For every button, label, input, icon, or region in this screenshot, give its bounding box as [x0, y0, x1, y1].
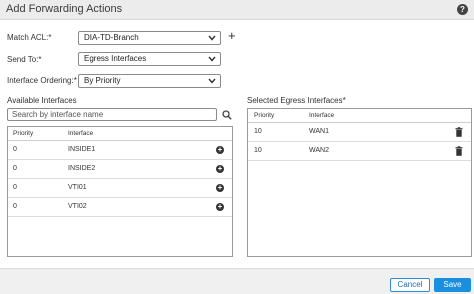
add-interface-icon[interactable]: +	[216, 203, 224, 211]
chevron-down-icon	[208, 78, 216, 84]
priority-cell: 0	[13, 146, 17, 153]
interface-cell: VTI01	[68, 184, 87, 191]
interface-ordering-label: Interface Ordering:*	[7, 76, 77, 85]
selected-interfaces-table: Priority Interface 10 WAN1 10 WAN2	[247, 108, 472, 257]
add-interface-icon[interactable]: +	[216, 184, 224, 192]
trash-icon[interactable]	[455, 146, 463, 156]
table-row[interactable]: 0 VTI02 +	[8, 198, 232, 217]
question-circle-icon[interactable]: ?	[457, 4, 468, 15]
add-acl-plus-icon[interactable]: +	[228, 29, 236, 42]
trash-icon[interactable]	[455, 127, 463, 137]
table-row[interactable]: 10 WAN2	[248, 142, 471, 161]
add-interface-icon[interactable]: +	[216, 146, 224, 154]
interface-cell: WAN2	[309, 147, 329, 154]
table-row[interactable]: 0 VTI01 +	[8, 179, 232, 198]
search-icon[interactable]	[222, 110, 232, 120]
send-to-value: Egress Interfaces	[84, 54, 147, 63]
interface-cell: VTI02	[68, 203, 87, 210]
available-table-header: Priority Interface	[8, 127, 232, 141]
interface-cell: INSIDE2	[68, 165, 96, 172]
priority-cell: 10	[254, 147, 262, 154]
dialog-header: Add Forwarding Actions ?	[0, 0, 474, 20]
dialog-footer: Cancel Save	[0, 268, 474, 294]
interface-search-input[interactable]	[7, 108, 217, 121]
selected-interfaces-label: Selected Egress Interfaces*	[247, 96, 346, 105]
interface-column-header: Interface	[68, 130, 94, 137]
chevron-down-icon	[208, 56, 216, 62]
available-interfaces-label: Available Interfaces	[7, 96, 77, 105]
priority-cell: 0	[13, 165, 17, 172]
selected-table-header: Priority Interface	[248, 109, 471, 123]
send-to-select[interactable]: Egress Interfaces	[78, 52, 221, 66]
interface-cell: INSIDE1	[68, 146, 96, 153]
dialog-title: Add Forwarding Actions	[6, 3, 123, 15]
cancel-button[interactable]: Cancel	[390, 278, 430, 292]
add-interface-icon[interactable]: +	[216, 165, 224, 173]
interface-ordering-value: By Priority	[84, 76, 121, 85]
table-row[interactable]: 10 WAN1	[248, 123, 471, 142]
match-acl-select[interactable]: DIA-TD-Branch	[78, 31, 221, 45]
interface-ordering-select[interactable]: By Priority	[78, 74, 221, 88]
priority-column-header: Priority	[13, 130, 34, 137]
match-acl-value: DIA-TD-Branch	[84, 33, 139, 42]
available-interfaces-table: Priority Interface 0 INSIDE1 + 0 INSIDE2…	[7, 126, 233, 257]
match-acl-label: Match ACL:*	[7, 33, 52, 42]
priority-cell: 10	[254, 128, 262, 135]
interface-cell: WAN1	[309, 128, 329, 135]
table-row[interactable]: 0 INSIDE1 +	[8, 141, 232, 160]
priority-cell: 0	[13, 203, 17, 210]
send-to-label: Send To:*	[7, 55, 42, 64]
priority-cell: 0	[13, 184, 17, 191]
chevron-down-icon	[208, 35, 216, 41]
interface-column-header: Interface	[309, 112, 335, 119]
table-row[interactable]: 0 INSIDE2 +	[8, 160, 232, 179]
priority-column-header: Priority	[254, 112, 275, 119]
save-button[interactable]: Save	[434, 278, 471, 292]
